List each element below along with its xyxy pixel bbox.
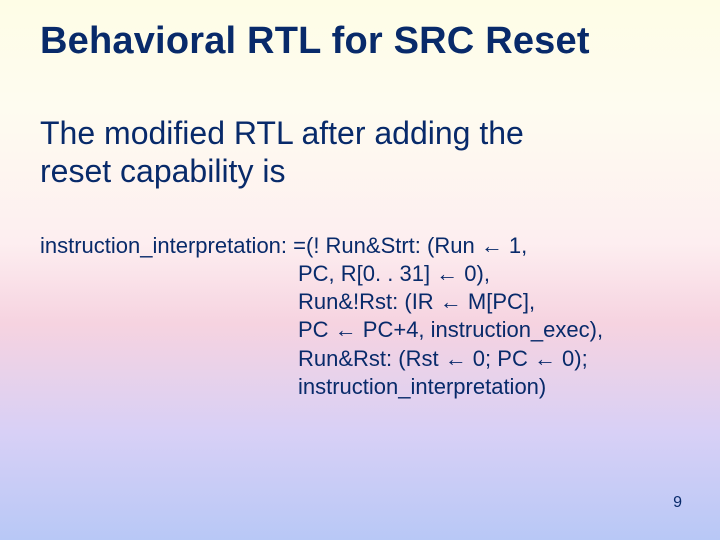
rtl-line-2: PC, R[0. . 31] ← 0), [298,260,690,288]
body-line-2: reset capability is [40,153,680,191]
slide-title: Behavioral RTL for SRC Reset [40,20,590,63]
rtl-line-4: PC ← PC+4, instruction_exec), [298,316,690,344]
rtl-line-1: instruction_interpretation: =(! Run&Strt… [40,232,690,260]
slide-body: The modified RTL after adding the reset … [40,115,680,191]
slide: Behavioral RTL for SRC Reset The modifie… [0,0,720,540]
body-line-1: The modified RTL after adding the [40,115,680,153]
page-number: 9 [673,494,682,512]
rtl-line-6: instruction_interpretation) [298,373,690,401]
rtl-line-5: Run&Rst: (Rst ← 0; PC ← 0); [298,345,690,373]
rtl-line-3: Run&!Rst: (IR ← M[PC], [298,288,690,316]
rtl-block: instruction_interpretation: =(! Run&Strt… [40,232,690,401]
